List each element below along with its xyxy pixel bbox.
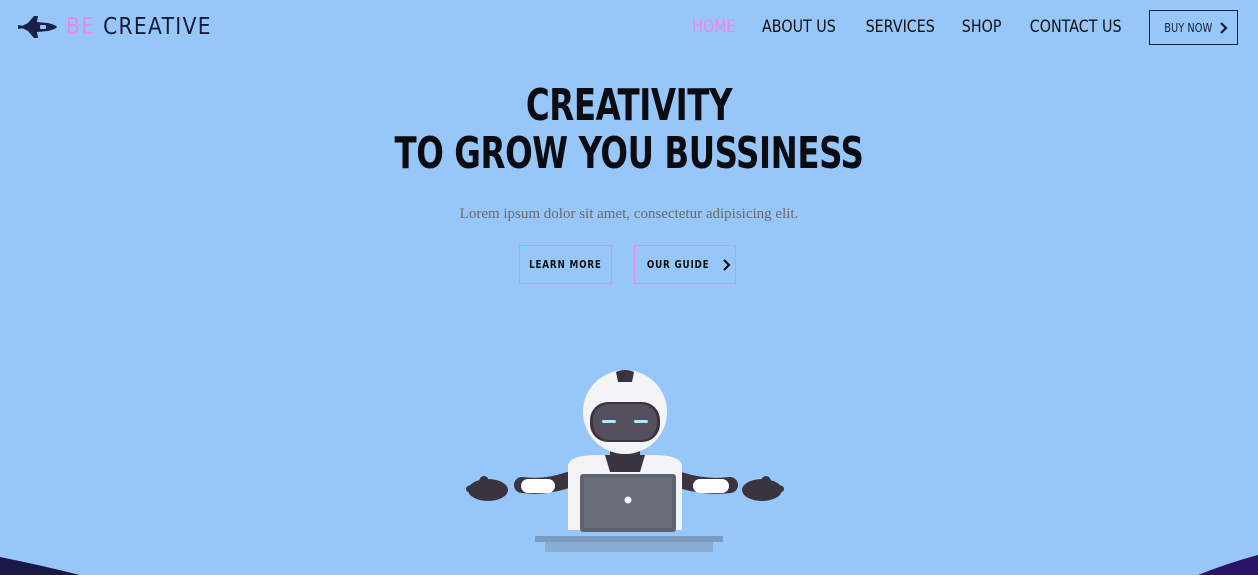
robot-illustration	[466, 370, 784, 552]
hero-subtitle: Lorem ipsum dolor sit amet, consectetur …	[459, 206, 799, 222]
logo[interactable]: BE CREATIVE	[18, 12, 232, 42]
learn-more-label: LEARN MORE	[529, 258, 602, 271]
nav-shop[interactable]: SHOP	[961, 17, 1001, 37]
hero-title-line-1: CREATIVITY	[525, 80, 733, 131]
main-nav: HOME ABOUT US SERVICES SHOP CONTACT US	[672, 17, 1130, 37]
bottom-right-wave	[1198, 555, 1258, 575]
spaceship-icon	[18, 16, 57, 38]
chevron-right-icon	[722, 258, 731, 271]
learn-more-button[interactable]: LEARN MORE	[519, 245, 612, 284]
bottom-left-wave	[0, 557, 80, 575]
nav-about-us[interactable]: ABOUT US	[762, 17, 836, 37]
our-guide-label: OUR GUIDE	[647, 258, 710, 271]
buy-now-label: BUY NOW	[1164, 20, 1212, 35]
landing-page: BE CREATIVE HOME ABOUT US SERVICES SHOP …	[0, 0, 1258, 575]
nav-services[interactable]: SERVICES	[866, 17, 935, 37]
brand-word: CREATIVE	[103, 14, 212, 40]
our-guide-button[interactable]: OUR GUIDE	[634, 245, 736, 284]
chevron-right-icon	[1220, 21, 1228, 34]
brand-name: BE CREATIVE	[66, 14, 212, 40]
buy-now-button[interactable]: BUY NOW	[1149, 10, 1238, 45]
brand-prefix: BE	[66, 14, 96, 40]
hero-title-line-2: TO GROW YOU BUSSINESS	[394, 128, 864, 179]
nav-contact-us[interactable]: CONTACT US	[1029, 17, 1121, 37]
nav-home[interactable]: HOME	[692, 17, 735, 37]
